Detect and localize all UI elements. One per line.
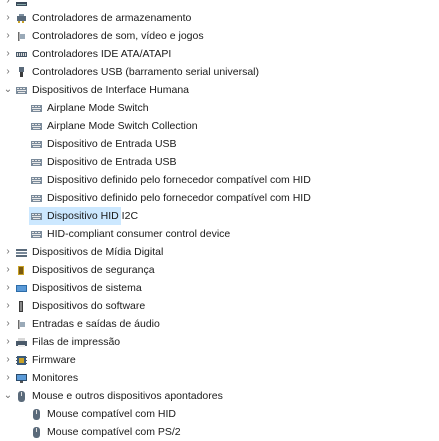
tree-item-firmware[interactable]: › Firmware [0,351,439,369]
tree-item-airplane-mode-switch-collection[interactable]: Airplane Mode Switch Collection [0,117,439,135]
chevron-right-icon[interactable]: › [3,45,13,63]
tree-item-controladores-usb[interactable]: › Controladores USB (barramento serial u… [0,63,439,81]
tree-item-label: Mouse compatível com HID [47,408,176,420]
tree-item-label: Dispositivo HID I2C [47,210,139,222]
tree-item-label: Dispositivos de sistema [32,282,142,294]
system-device-icon [16,283,27,294]
print-queue-icon [16,337,27,348]
chevron-right-icon[interactable]: › [3,261,13,279]
hid-icon [31,139,42,150]
hid-icon [31,103,42,114]
tree-item-hid-consumer-control[interactable]: HID-compliant consumer control device [0,225,439,243]
tree-item-hid-vendor-2[interactable]: Dispositivo definido pelo fornecedor com… [0,189,439,207]
storage-controller-icon [16,13,27,24]
firmware-icon [16,355,27,366]
usb-icon [16,66,27,78]
tree-item-label: Firmware [32,354,76,366]
chevron-right-icon[interactable]: › [3,63,13,81]
tree-item-label: Controladores de som, vídeo e jogos [32,30,204,42]
tree-item-dispositivos-seguranca[interactable]: › Dispositivos de segurança [0,261,439,279]
ide-controller-icon [16,49,27,60]
chevron-down-icon[interactable]: ⌄ [3,81,13,99]
tree-item-label: Controladores de armazenamento [32,12,192,24]
tree-item-label: Dispositivos de Interface Humana [32,84,189,96]
tree-item-label: Mouse e outros dispositivos apontadores [32,390,223,402]
hid-icon [16,85,27,96]
tree-item-dispositivo-entrada-usb-1[interactable]: Dispositivo de Entrada USB [0,135,439,153]
hid-icon [31,193,42,204]
security-device-icon [16,265,27,276]
tree-item-label: Airplane Mode Switch [47,102,149,114]
hid-icon [31,211,42,222]
tree-item-label: Filas de impressão [32,336,121,348]
tree-item-entradas-saidas-audio[interactable]: › Entradas e saídas de áudio [0,315,439,333]
tree-item-dispositivos-software[interactable]: › Dispositivos do software [0,297,439,315]
chevron-right-icon[interactable]: › [3,279,13,297]
hid-icon [31,121,42,132]
tree-item-filas-impressao[interactable]: › Filas de impressão [0,333,439,351]
tree-item-controladores-som[interactable]: › Controladores de som, vídeo e jogos [0,27,439,45]
tree-item-controladores-ide[interactable]: › Controladores IDE ATA/ATAPI [0,45,439,63]
hid-icon [31,229,42,240]
tree-item-hid-vendor-1[interactable]: Dispositivo definido pelo fornecedor com… [0,171,439,189]
tree-item-label: HID-compliant consumer control device [47,228,231,240]
tree-item-label: Monitores [32,372,79,384]
mouse-icon [31,408,42,420]
tree-item-mouse-hid[interactable]: Mouse compatível com HID [0,405,439,423]
device-icon [16,0,27,7]
tree-item-airplane-mode-switch[interactable]: Airplane Mode Switch [0,99,439,117]
tree-item-mouse-dispositivos-apontadores[interactable]: ⌄ Mouse e outros dispositivos apontadore… [0,387,439,405]
chevron-right-icon[interactable]: › [3,333,13,351]
software-device-icon [16,300,27,312]
tree-item-label: Dispositivo definido pelo fornecedor com… [47,192,311,204]
media-device-icon [16,247,27,258]
mouse-icon [16,390,27,402]
audio-io-icon [16,319,27,330]
chevron-right-icon[interactable]: › [3,27,13,45]
chevron-right-icon[interactable]: › [3,243,13,261]
tree-item-label: Dispositivos de Mídia Digital [32,246,164,258]
chevron-down-icon[interactable]: ⌄ [3,387,13,405]
chevron-right-icon[interactable]: › [3,351,13,369]
mouse-icon [31,426,42,438]
tree-item-label: Controladores USB (barramento serial uni… [32,66,260,78]
tree-item-dispositivo-hid-i2c[interactable]: Dispositivo HID I2C [29,207,138,225]
tree-item-dispositivos-sistema[interactable]: › Dispositivos de sistema [0,279,439,297]
chevron-right-icon[interactable]: › [3,297,13,315]
tree-item-dispositivo-entrada-usb-2[interactable]: Dispositivo de Entrada USB [0,153,439,171]
tree-item-label: Dispositivos de segurança [32,264,155,276]
hid-icon [31,157,42,168]
tree-item-label: Airplane Mode Switch Collection [47,120,198,132]
hid-icon [31,175,42,186]
monitor-icon [16,373,27,384]
tree-item-dispositivos-interface-humana[interactable]: ⌄ Dispositivos de Interface Humana [0,81,439,99]
tree-item-controladores-armazenamento[interactable]: › Controladores de armazenamento [0,9,439,27]
tree-item-label: Entradas e saídas de áudio [32,318,160,330]
tree-item-monitores[interactable]: › Monitores [0,369,439,387]
tree-item-label: Dispositivo definido pelo fornecedor com… [47,174,311,186]
sound-icon [16,31,27,42]
tree-item-label: Dispositivos do software [32,300,146,312]
tree-item-mouse-ps2[interactable]: Mouse compatível com PS/2 [0,423,439,441]
chevron-right-icon[interactable]: › [3,369,13,387]
tree-item-label: Mouse compatível com PS/2 [47,426,181,438]
chevron-right-icon[interactable]: › [3,9,13,27]
tree-item-dispositivos-midia-digital[interactable]: › Dispositivos de Mídia Digital [0,243,439,261]
tree-item-label: Controladores IDE ATA/ATAPI [32,48,172,60]
chevron-right-icon[interactable]: › [3,315,13,333]
tree-item-label: Dispositivo de Entrada USB [47,156,177,168]
tree-item-label: Dispositivo de Entrada USB [47,138,177,150]
